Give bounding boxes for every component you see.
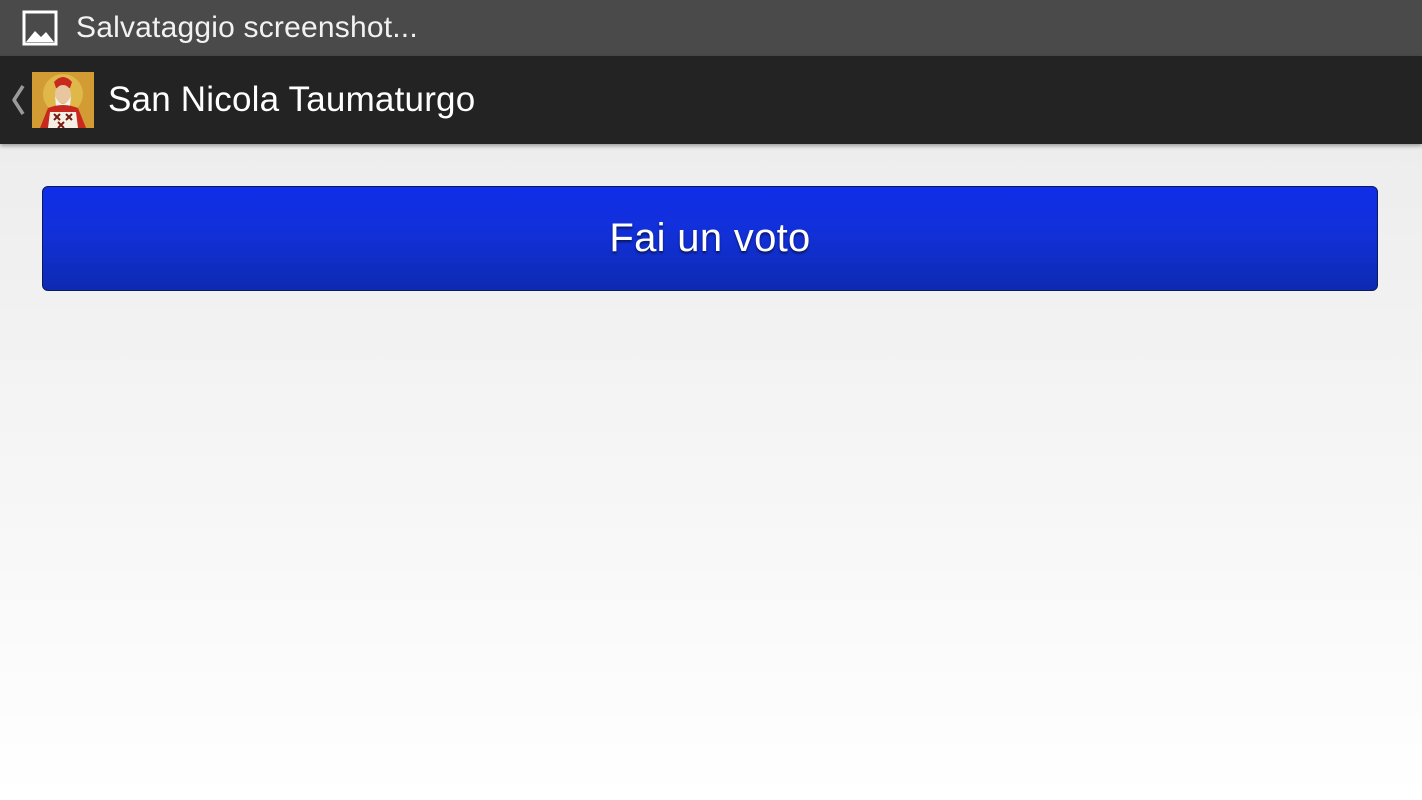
- status-notification-text: Salvataggio screenshot...: [76, 11, 418, 44]
- image-icon: [22, 10, 58, 46]
- app-title: San Nicola Taumaturgo: [108, 80, 476, 119]
- saint-nicholas-icon[interactable]: [32, 72, 94, 128]
- action-bar: San Nicola Taumaturgo: [0, 56, 1422, 144]
- up-navigation[interactable]: [0, 72, 108, 128]
- make-vow-button-label: Fai un voto: [609, 216, 811, 260]
- make-vow-button[interactable]: Fai un voto: [42, 186, 1378, 291]
- chevron-left-icon[interactable]: [8, 80, 28, 120]
- status-bar: Salvataggio screenshot...: [0, 0, 1422, 56]
